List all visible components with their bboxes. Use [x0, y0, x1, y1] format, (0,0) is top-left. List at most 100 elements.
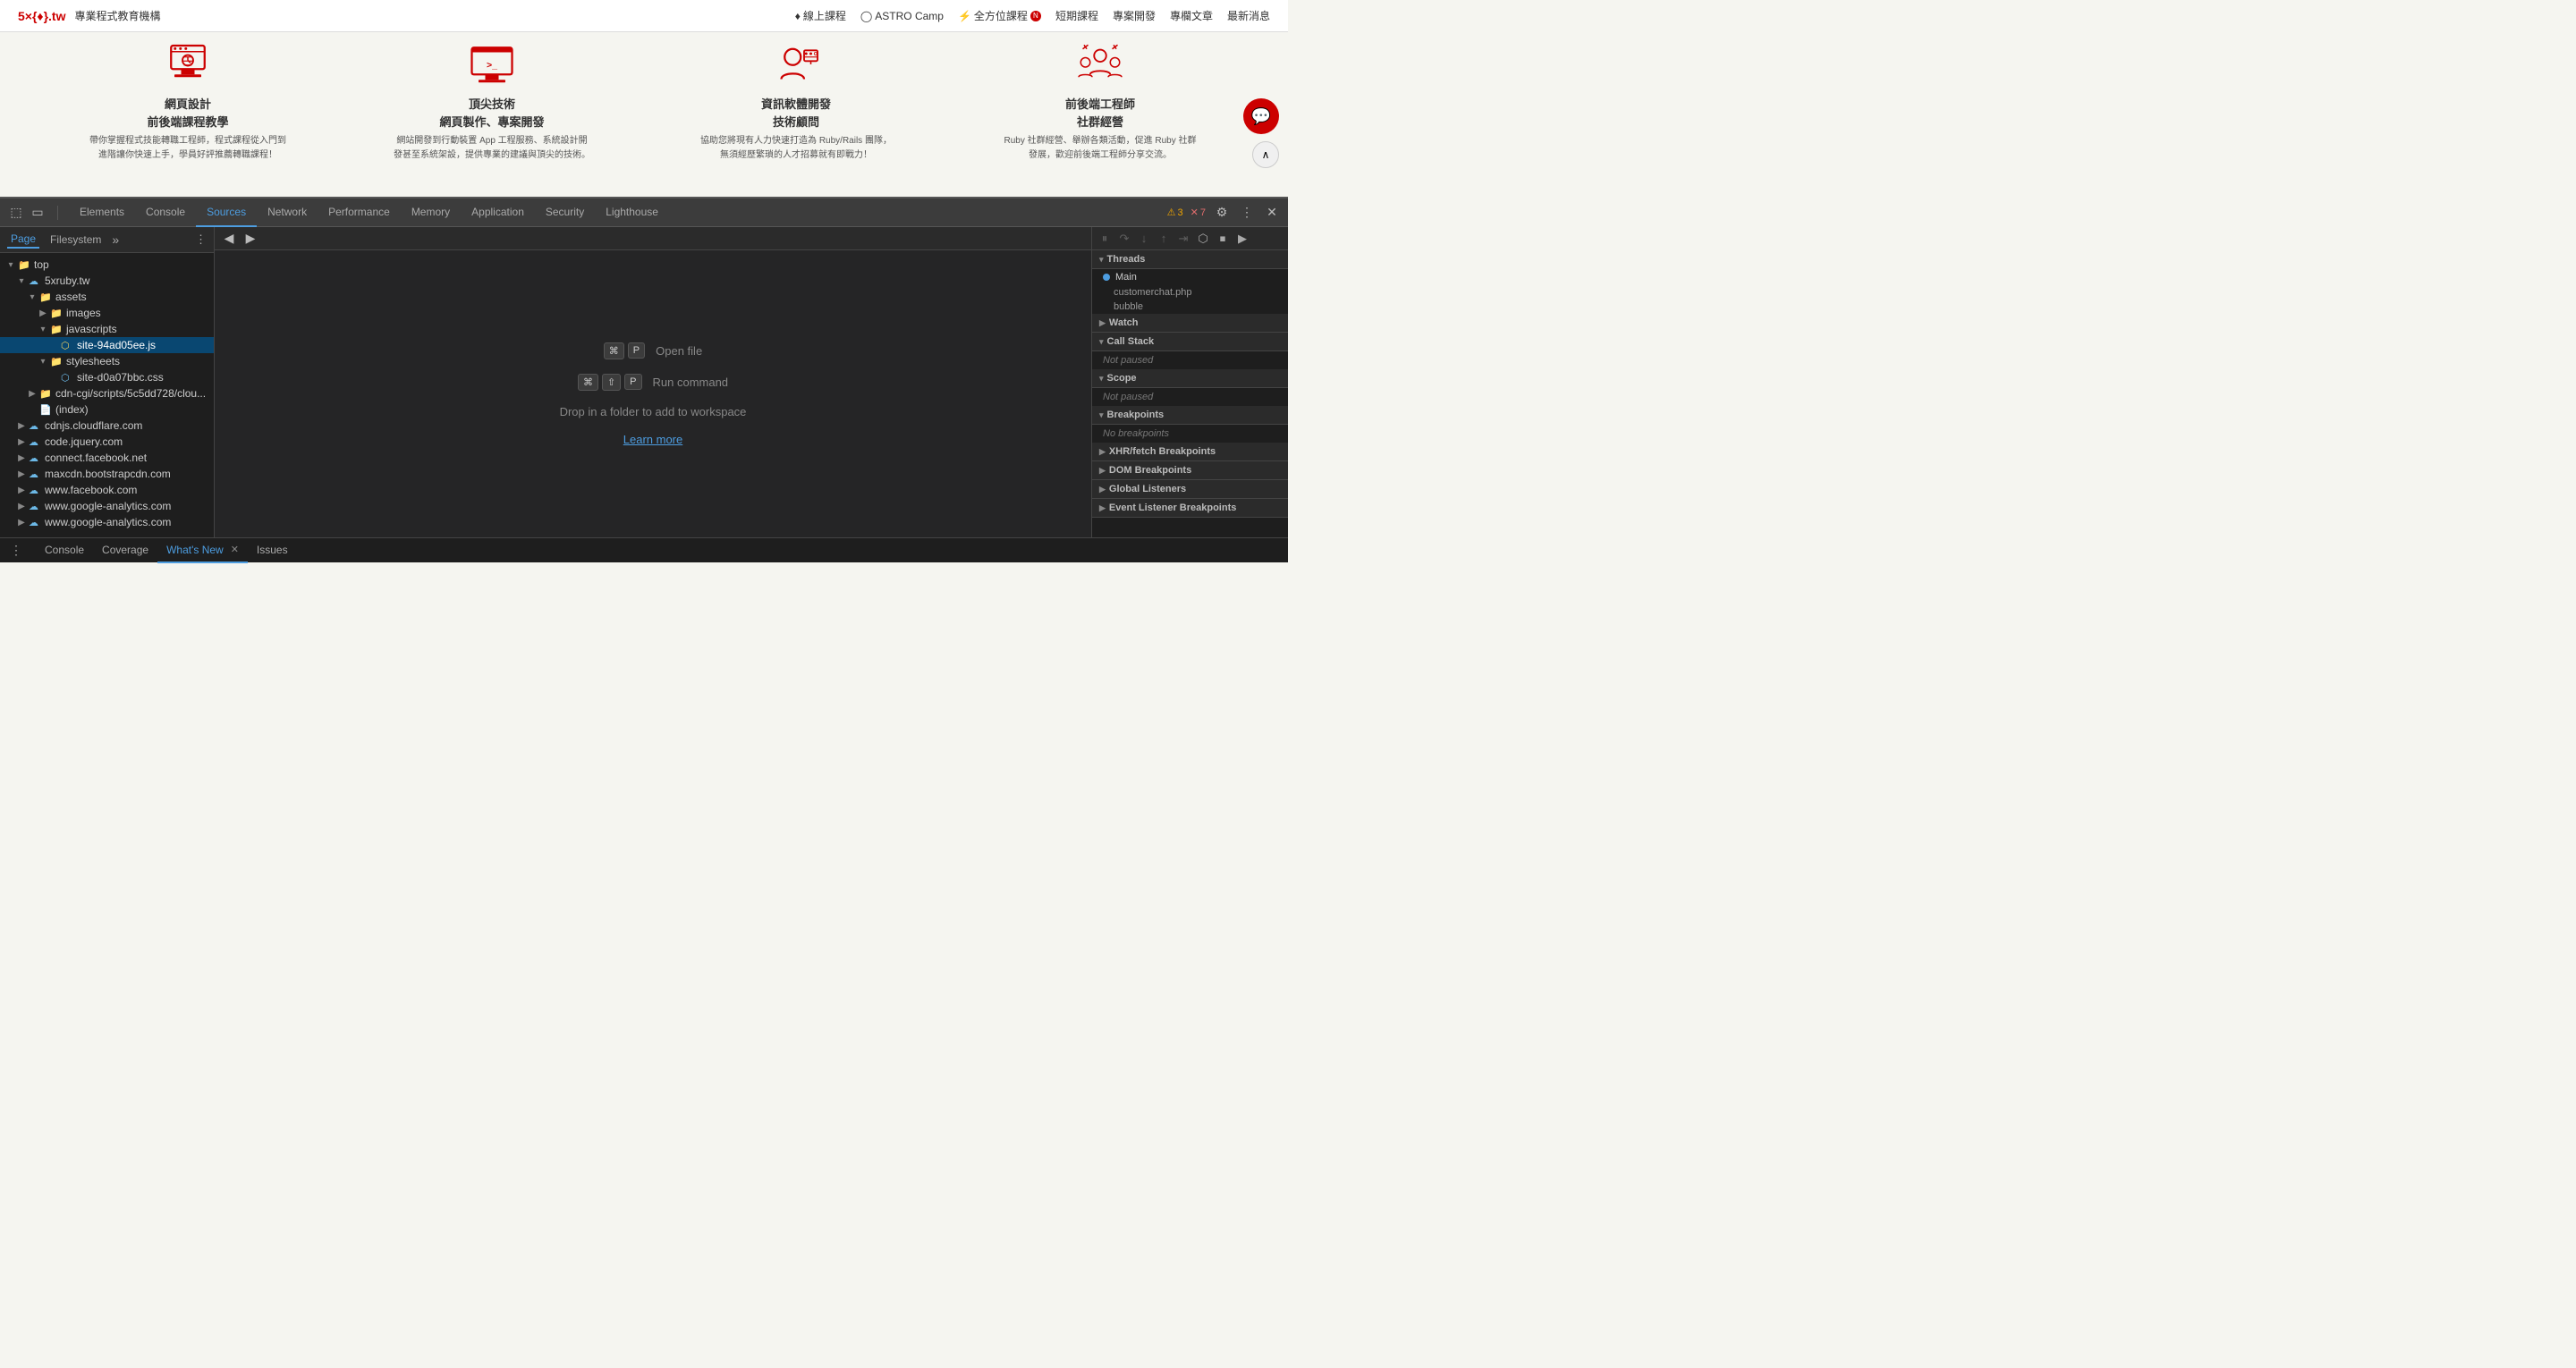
- bottom-menu-icon[interactable]: ⋮: [7, 542, 25, 560]
- debug-deactivate-btn[interactable]: ⬡: [1194, 230, 1212, 248]
- tree-item-ga2[interactable]: ▶ ☁ www.google-analytics.com: [0, 514, 214, 530]
- section-arrow-event: ▶: [1099, 503, 1106, 513]
- tree-arrow-stylesheets: ▾: [38, 357, 48, 367]
- nav-item-short[interactable]: 短期課程: [1055, 8, 1098, 23]
- tree-item-stylesheets[interactable]: ▾ 📁 stylesheets: [0, 353, 214, 369]
- bottom-tab-issues[interactable]: Issues: [248, 538, 297, 563]
- thread-sub-bubble[interactable]: bubble: [1092, 300, 1288, 314]
- nav-item-project[interactable]: 專案開發: [1113, 8, 1156, 23]
- tree-menu-icon[interactable]: ⋮: [195, 232, 207, 247]
- section-xhr-header[interactable]: ▶ XHR/fetch Breakpoints: [1092, 443, 1288, 461]
- chat-bubble-button[interactable]: 💬: [1243, 98, 1279, 134]
- nav-item-column[interactable]: 專欄文章: [1170, 8, 1213, 23]
- section-global-header[interactable]: ▶ Global Listeners: [1092, 480, 1288, 499]
- source-nav-back[interactable]: ◀: [220, 230, 238, 248]
- file-tree-tab-filesystem[interactable]: Filesystem: [47, 232, 105, 248]
- devtools-inspect-icon[interactable]: ⬚: [7, 204, 25, 222]
- tree-arrow-jquery: ▶: [16, 437, 27, 447]
- card-software-dev: 資訊軟體開發技術顧問 協助您將現有人力快速打造為 Ruby/Rails 團隊，無…: [698, 41, 894, 188]
- callstack-status: Not paused: [1092, 351, 1288, 369]
- tree-item-index[interactable]: 📄 (index): [0, 401, 214, 418]
- tree-item-facebook[interactable]: ▶ ☁ connect.facebook.net: [0, 450, 214, 466]
- nav-item-astro[interactable]: ◯ ASTRO Camp: [860, 8, 944, 23]
- learn-more-link[interactable]: Learn more: [623, 433, 682, 446]
- section-callstack-header[interactable]: ▾ Call Stack: [1092, 333, 1288, 351]
- debug-forward-btn[interactable]: ▶: [1233, 230, 1251, 248]
- tree-item-cdnjs[interactable]: ▶ ☁ cdnjs.cloudflare.com: [0, 418, 214, 434]
- collapse-button[interactable]: ∧: [1252, 141, 1279, 168]
- bottom-tab-whatsnew-close[interactable]: ✕: [231, 544, 239, 555]
- folder-icon-images: 📁: [50, 308, 63, 319]
- tree-item-assets[interactable]: ▾ 📁 assets: [0, 289, 214, 305]
- tab-application[interactable]: Application: [461, 198, 535, 227]
- tree-item-site-js[interactable]: ⬡ site-94ad05ee.js: [0, 337, 214, 353]
- tab-network[interactable]: Network: [257, 198, 318, 227]
- tab-security[interactable]: Security: [535, 198, 595, 227]
- tree-arrow-fbdomain: ▶: [16, 486, 27, 495]
- section-watch-header[interactable]: ▶ Watch: [1092, 314, 1288, 333]
- tree-item-jquery[interactable]: ▶ ☁ code.jquery.com: [0, 434, 214, 450]
- debug-stop-btn[interactable]: ⏹: [1214, 230, 1232, 248]
- section-watch-label: Watch: [1109, 317, 1139, 328]
- tree-arrow-cdnjs: ▶: [16, 421, 27, 431]
- debug-step-out-btn[interactable]: ↑: [1155, 230, 1173, 248]
- debug-step-btn[interactable]: ⇥: [1174, 230, 1192, 248]
- tree-item-fbdomain[interactable]: ▶ ☁ www.facebook.com: [0, 482, 214, 498]
- debug-step-into-btn[interactable]: ↓: [1135, 230, 1153, 248]
- nav-item-fullcourse[interactable]: ⚡ 全方位課程 N: [958, 8, 1041, 23]
- file-tree: ▾ 📁 top ▾ ☁ 5xruby.tw ▾ 📁 assets: [0, 253, 214, 537]
- tree-item-site-css[interactable]: ⬡ site-d0a07bbc.css: [0, 369, 214, 385]
- file-tree-tab-page[interactable]: Page: [7, 231, 39, 249]
- card-fullstack-title: 前後端工程師社群經營: [1065, 96, 1135, 131]
- devtools-more-icon[interactable]: ⋮: [1238, 204, 1256, 222]
- source-area: ◀ ▶ ⌘ P Open file ⌘ ⇧ P Run: [215, 227, 1091, 537]
- card-top-tech-desc: 網站開發到行動裝置 App 工程服務、系統設計開發甚至系統架設，提供專業的建議與…: [394, 134, 590, 163]
- devtools-left-icons: ⬚ ▭: [7, 204, 47, 222]
- tab-sources[interactable]: Sources: [196, 198, 257, 227]
- nav-links: ♦ 線上課程 ◯ ASTRO Camp ⚡ 全方位課程 N 短期課程 專案開發 …: [795, 8, 1270, 23]
- tree-item-bootstrap[interactable]: ▶ ☁ maxcdn.bootstrapcdn.com: [0, 466, 214, 482]
- breakpoints-status: No breakpoints: [1092, 425, 1288, 443]
- bottom-tab-whatsnew[interactable]: What's New ✕: [157, 538, 248, 563]
- tab-console[interactable]: Console: [135, 198, 196, 227]
- debug-step-over-btn[interactable]: ↷: [1115, 230, 1133, 248]
- tree-arrow-javascripts: ▾: [38, 325, 48, 334]
- tree-item-top[interactable]: ▾ 📁 top: [0, 257, 214, 273]
- kbd-shift: ⇧: [602, 374, 621, 391]
- thread-item-main[interactable]: Main: [1092, 269, 1288, 285]
- drop-hint-text: Drop in a folder to add to workspace: [560, 405, 747, 418]
- logo[interactable]: 5×{♦}.tw 專業程式教育機構: [18, 8, 160, 23]
- bottom-tab-console[interactable]: Console: [36, 538, 93, 563]
- file-tree-more[interactable]: »: [112, 232, 119, 247]
- tree-item-5xruby[interactable]: ▾ ☁ 5xruby.tw: [0, 273, 214, 289]
- debug-toolbar: ⏸ ↷ ↓ ↑ ⇥ ⬡ ⏹ ▶: [1092, 227, 1288, 250]
- tree-item-images[interactable]: ▶ 📁 images: [0, 305, 214, 321]
- tree-item-cdn-cgi[interactable]: ▶ 📁 cdn-cgi/scripts/5c5dd728/clou...: [0, 385, 214, 401]
- tab-elements[interactable]: Elements: [69, 198, 135, 227]
- tab-memory[interactable]: Memory: [401, 198, 461, 227]
- section-threads-header[interactable]: ▾ Threads: [1092, 250, 1288, 269]
- debug-pause-btn[interactable]: ⏸: [1096, 230, 1114, 248]
- source-main-content: ⌘ P Open file ⌘ ⇧ P Run command Drop in …: [215, 250, 1091, 537]
- tab-performance[interactable]: Performance: [318, 198, 401, 227]
- content-icons: 網頁設計前後端課程教學 帶你掌握程式技能轉職工程師，程式課程從入門到進階讓你快速…: [0, 32, 1288, 197]
- nav-item-news[interactable]: 最新消息: [1227, 8, 1270, 23]
- source-nav-forward[interactable]: ▶: [242, 230, 259, 248]
- nav-item-online-course[interactable]: ♦ 線上課程: [795, 8, 846, 23]
- section-breakpoints-header[interactable]: ▾ Breakpoints: [1092, 406, 1288, 425]
- devtools-panel: ⬚ ▭ Elements Console Sources Network Per…: [0, 197, 1288, 562]
- section-scope-header[interactable]: ▾ Scope: [1092, 369, 1288, 388]
- tree-item-javascripts[interactable]: ▾ 📁 javascripts: [0, 321, 214, 337]
- section-arrow-watch: ▶: [1099, 318, 1106, 328]
- devtools-settings-icon[interactable]: ⚙: [1213, 204, 1231, 222]
- devtools-close-icon[interactable]: ✕: [1263, 204, 1281, 222]
- section-event-header[interactable]: ▶ Event Listener Breakpoints: [1092, 499, 1288, 518]
- bottom-tab-coverage[interactable]: Coverage: [93, 538, 157, 563]
- thread-dot-main: [1103, 274, 1110, 281]
- web-design-icon: [161, 41, 215, 90]
- thread-sub-customerchat[interactable]: customerchat.php: [1092, 285, 1288, 300]
- section-dom-header[interactable]: ▶ DOM Breakpoints: [1092, 461, 1288, 480]
- tree-item-ga1[interactable]: ▶ ☁ www.google-analytics.com: [0, 498, 214, 514]
- devtools-device-icon[interactable]: ▭: [29, 204, 47, 222]
- tab-lighthouse[interactable]: Lighthouse: [595, 198, 669, 227]
